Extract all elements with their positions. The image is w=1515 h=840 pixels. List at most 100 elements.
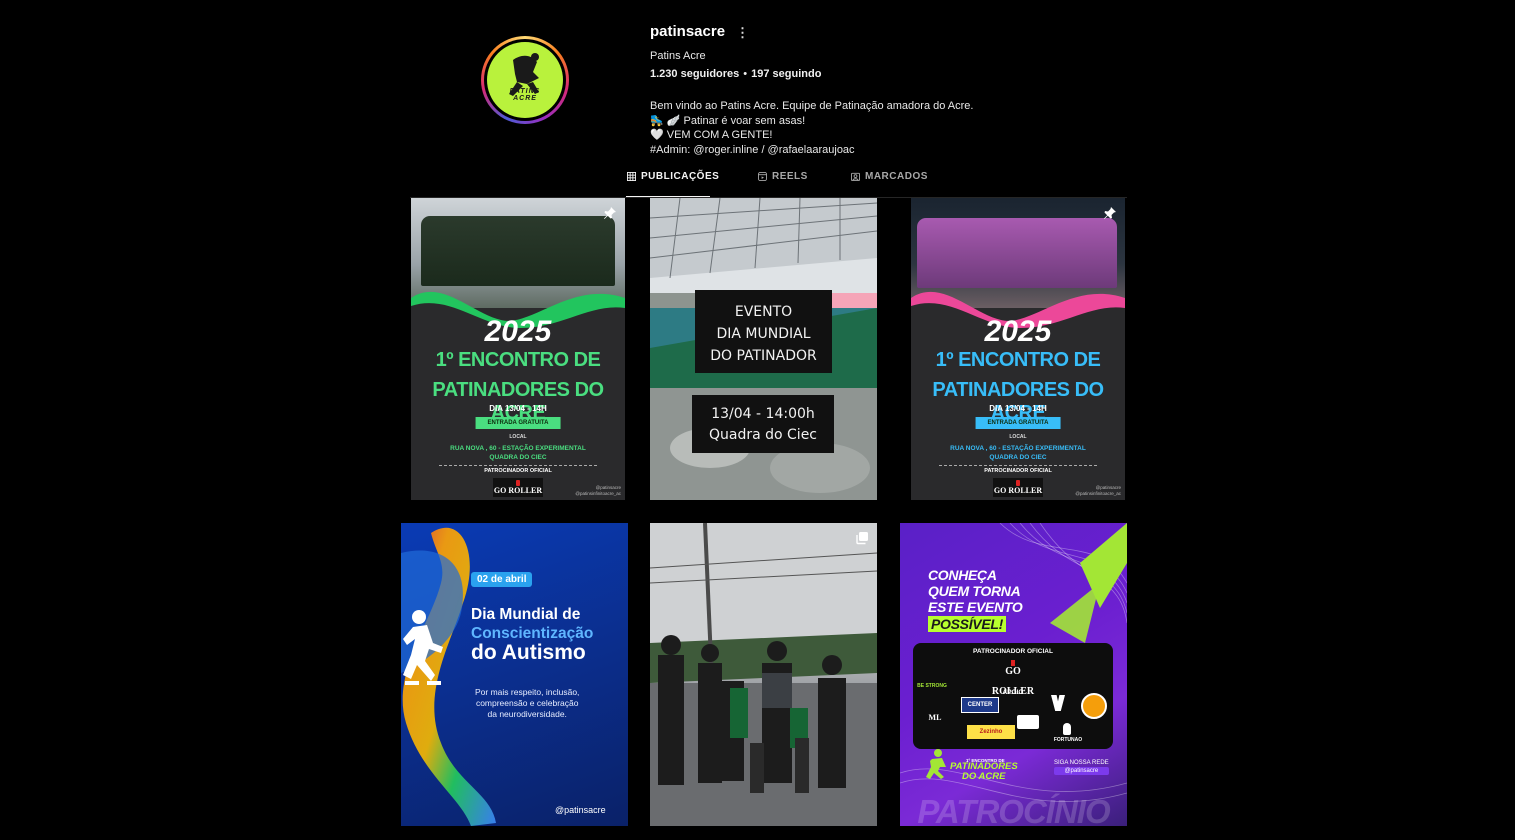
flyer-year: 2025 — [484, 315, 552, 348]
autism-text-line: compreensão e celebração — [475, 698, 579, 708]
carousel-icon — [856, 532, 868, 545]
go-roller-logo: GO ROLLER — [993, 478, 1043, 497]
post-encontro-pink[interactable]: 2025 1º ENCONTRO DE PATINADORES DO ACRE … — [911, 198, 1125, 500]
event-name-line: DO ACRE — [962, 771, 1006, 782]
tab-marcados[interactable]: MARCADOS — [851, 171, 928, 182]
headline-highlight: POSSÍVEL! — [928, 616, 1006, 632]
flyer-free-badge: ENTRADA GRATUITA — [975, 417, 1061, 429]
sponsor-ml: ML — [928, 713, 942, 722]
tagged-icon — [851, 172, 860, 181]
following-count[interactable]: 197 seguindo — [751, 68, 821, 80]
go-roller-logo: GO ROLLER — [493, 478, 543, 497]
flyer-location-label: LOCAL — [1009, 434, 1027, 440]
date-badge: 02 de abril — [471, 572, 533, 587]
tab-label: MARCADOS — [865, 171, 928, 182]
event-location: Quadra do Ciec — [708, 427, 818, 443]
go-roller-logo: GO ROLLER — [983, 660, 1043, 697]
flyer-year: 2025 — [984, 315, 1052, 348]
event-title-line3: DO PATINADOR — [710, 348, 817, 364]
tab-label: PUBLICAÇÕES — [641, 171, 720, 182]
skater-figure-icon — [403, 610, 443, 685]
bio-line[interactable]: #Admin: @roger.inline / @rafaelaaraujoac — [650, 143, 973, 158]
pin-icon — [604, 207, 616, 219]
tab-publicacoes[interactable]: PUBLICAÇÕES — [627, 171, 719, 182]
autism-title-line1: Dia Mundial de — [471, 606, 581, 623]
reels-icon — [758, 172, 767, 181]
event-title-line1: EVENTO — [734, 304, 793, 320]
profile-stats: 1.230 seguidores • 197 seguindo — [650, 68, 821, 80]
avatar-image: PATINS ACRE — [487, 42, 563, 118]
avatar-border: PATINS ACRE — [484, 39, 566, 121]
flyer-address-line2: QUADRA DO CIEC — [989, 454, 1047, 461]
post-evento-dia-mundial[interactable]: EVENTO DIA MUNDIAL DO PATINADOR 13/04 - … — [650, 198, 877, 500]
sponsor-seal-icon — [1081, 693, 1107, 719]
event-name: PATINADORES DO ACRE — [950, 762, 1018, 782]
sponsor-center: CENTER — [961, 697, 999, 713]
flyer-address-line2: QUADRA DO CIEC — [489, 454, 547, 461]
headline-line: QUEM TORNA — [928, 583, 1021, 599]
sponsors-card: PATROCINADOR OFICIAL GO ROLLER APOIO BE … — [913, 643, 1113, 749]
flyer-location-label: LOCAL — [509, 434, 527, 440]
flyer-divider — [939, 465, 1097, 466]
autism-text-line: Por mais respeito, inclusão, — [475, 687, 580, 697]
sponsor-v-logo-icon — [1051, 695, 1065, 711]
post-autismo[interactable]: 02 de abril Dia Mundial de Conscientizaç… — [401, 523, 628, 826]
ellipsis-vertical-icon[interactable]: ⋮ — [736, 26, 749, 41]
bio-line: 🛼 🪽 Patinar é voar sem asas! — [650, 114, 806, 127]
flyer-address: RUA NOVA , 60 - ESTAÇÃO EXPERIMENTAL QUA… — [411, 444, 625, 462]
grid-icon — [627, 172, 636, 181]
event-details-box: 13/04 - 14:00h Quadra do Ciec — [692, 395, 834, 453]
flyer-address-line1: RUA NOVA , 60 - ESTAÇÃO EXPERIMENTAL — [450, 445, 586, 452]
watermark-text: PATROCÍNIO — [917, 793, 1110, 826]
follow-handle: @patinsacre — [1054, 767, 1109, 775]
bio-line: 🤍 VEM COM A GENTE! — [650, 129, 773, 141]
stats-separator: • — [743, 68, 748, 80]
pin-icon — [1104, 207, 1116, 219]
autism-handle: @patinsacre — [555, 805, 606, 815]
flyer-divider — [439, 465, 597, 466]
avatar-text: PATINS ACRE — [509, 88, 541, 102]
autism-text: Por mais respeito, inclusão, compreensão… — [475, 687, 579, 720]
flyer-handle: @patinsinfinitoacre_ac — [575, 491, 621, 496]
tab-label: REELS — [772, 171, 808, 182]
flyer-title-line1: 1º ENCONTRO DE — [435, 349, 601, 371]
followers-count[interactable]: 1.230 seguidores — [650, 68, 739, 80]
post-group-photo[interactable] — [650, 523, 877, 826]
flyer-sponsor-label: PATROCINADOR OFICIAL — [484, 468, 552, 474]
microphone-icon — [1063, 723, 1071, 735]
tab-reels[interactable]: REELS — [758, 171, 808, 182]
event-title-box: EVENTO DIA MUNDIAL DO PATINADOR — [695, 290, 832, 373]
flyer-free-badge: ENTRADA GRATUITA — [475, 417, 561, 429]
skater-figure-icon — [926, 749, 946, 779]
profile-avatar[interactable]: PATINS ACRE — [481, 36, 569, 124]
autism-text-line: da neurodiversidade. — [487, 709, 567, 719]
sponsor-badge-icon — [1017, 715, 1039, 729]
autism-title-line3: do Autismo — [471, 641, 586, 664]
profile-bio: Bem vindo ao Patins Acre. Equipe de Pati… — [650, 99, 973, 157]
event-datetime: 13/04 - 14:00h — [711, 406, 815, 422]
sponsor-fortunao: FORTUNAO — [1053, 737, 1083, 743]
flyer-address-line1: RUA NOVA , 60 - ESTAÇÃO EXPERIMENTAL — [950, 445, 1086, 452]
flyer-date: DIA 13/04 - 14H — [989, 404, 1047, 413]
flyer-handles: @patinsacre @patinsinfinitoacre_ac — [575, 485, 621, 497]
autism-title: Dia Mundial de Conscientização do Autism… — [471, 605, 593, 664]
sponsor-zezinho: Zezinho — [967, 725, 1015, 739]
sponsor-be-strong: BE STRONG — [917, 683, 947, 689]
bio-line: Bem vindo ao Patins Acre. Equipe de Pati… — [650, 100, 974, 112]
flyer-sponsor-label: PATROCINADOR OFICIAL — [984, 468, 1052, 474]
follow-label: SIGA NOSSA REDE — [1054, 760, 1109, 766]
headline-line: ESTE EVENTO — [928, 599, 1023, 615]
flyer-date: DIA 13/04 - 14H — [489, 404, 547, 413]
apoio-label: APOIO — [1002, 689, 1024, 696]
event-title-line2: DIA MUNDIAL — [716, 326, 811, 342]
flyer-address: RUA NOVA , 60 - ESTAÇÃO EXPERIMENTAL QUA… — [911, 444, 1125, 462]
flyer-handles: @patinsacre @patinsinfinitoacre_ac — [1075, 485, 1121, 497]
sponsor-headline: CONHEÇA QUEM TORNA ESTE EVENTO POSSÍVEL! — [928, 567, 1023, 632]
post-patrocinio[interactable]: CONHEÇA QUEM TORNA ESTE EVENTO POSSÍVEL!… — [900, 523, 1127, 826]
flyer-title-line1: 1º ENCONTRO DE — [935, 349, 1101, 371]
active-tab-indicator — [626, 196, 710, 197]
headline-line: CONHEÇA — [928, 567, 997, 583]
post-encontro-green[interactable]: 2025 1º ENCONTRO DE PATINADORES DO ACRE … — [411, 198, 625, 500]
username[interactable]: patinsacre — [650, 23, 725, 40]
group-photo-image — [650, 523, 877, 826]
